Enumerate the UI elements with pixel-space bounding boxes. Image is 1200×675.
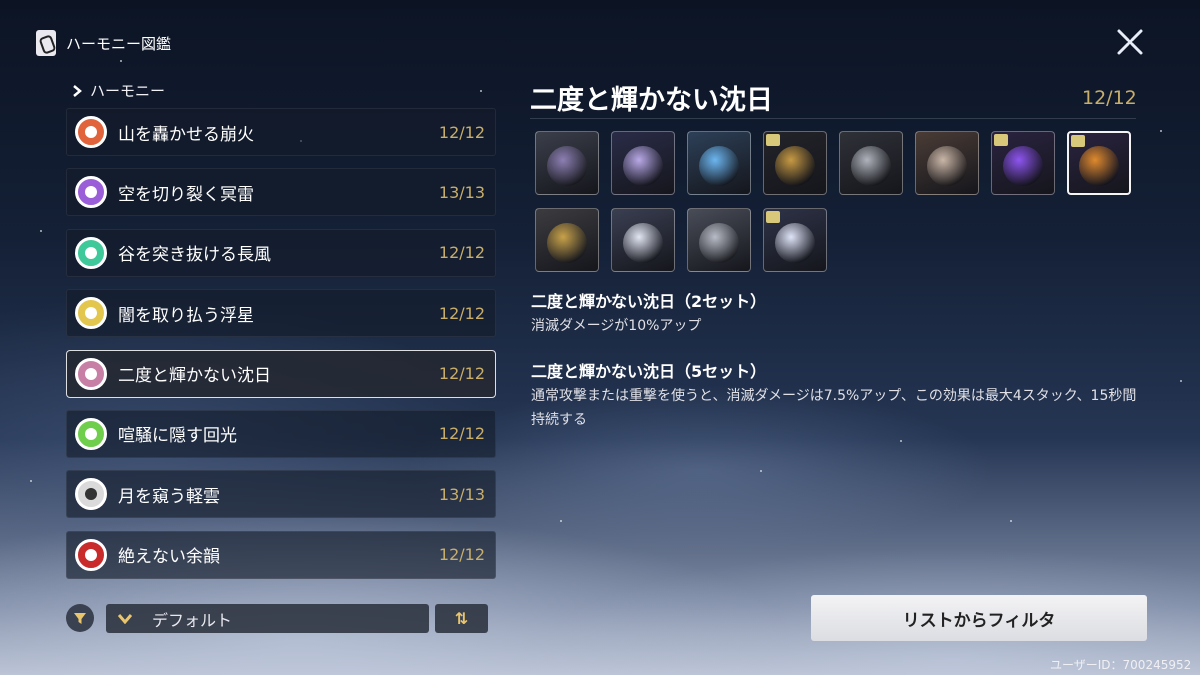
echo-set-icon	[75, 538, 107, 571]
close-icon	[1117, 29, 1143, 55]
chevron-down-icon	[118, 613, 132, 624]
sort-dropdown[interactable]: デフォルト	[106, 604, 429, 633]
item-label: 月を窺う軽雲	[118, 486, 220, 507]
list-item[interactable]: 谷を突き抜ける長風 12/12	[66, 228, 496, 277]
effect-desc-5pc: 通常攻撃または重撃を使うと、消滅ダメージは7.5%アップ、この効果は最大4スタッ…	[531, 388, 1137, 428]
echo-creature-shape	[775, 146, 815, 187]
dark-bird-echo-icon[interactable]	[535, 131, 599, 195]
cloud-set-icon	[75, 478, 107, 511]
item-count: 12/12	[438, 303, 485, 323]
purple-orb-echo-icon[interactable]	[611, 131, 675, 195]
list-item[interactable]: 絶えない余韻 12/12	[66, 530, 496, 579]
item-count: 12/12	[438, 424, 485, 444]
item-label: 空を切り裂く冥雷	[118, 184, 254, 205]
phantom-badge-icon	[766, 134, 780, 146]
echo-creature-shape	[623, 223, 663, 264]
effect-title-5pc: 二度と輝かない沈日（5セット）	[531, 362, 767, 381]
armored-knight-echo-icon[interactable]	[839, 131, 903, 195]
white-wings-echo-icon[interactable]	[763, 208, 827, 272]
filter-button[interactable]	[66, 604, 94, 632]
phantom-badge-icon	[1071, 135, 1085, 147]
item-count: 12/12	[438, 122, 485, 142]
echo-creature-shape	[623, 146, 663, 187]
item-label: 二度と輝かない沈日	[118, 366, 271, 387]
codex-book-icon	[36, 30, 56, 56]
echo-creature-shape	[1079, 146, 1119, 186]
list-item[interactable]: 喧騒に隠す回光 12/12	[66, 409, 496, 458]
list-item[interactable]: 空を切り裂く冥雷 13/13	[66, 168, 496, 217]
item-label: 山を轟かせる崩火	[118, 124, 254, 145]
echo-creature-shape	[547, 223, 587, 264]
filter-from-list-button[interactable]: リストからフィルタ	[811, 595, 1147, 641]
echo-creature-shape	[775, 223, 815, 264]
phantom-badge-icon	[994, 134, 1008, 146]
heal-set-icon	[75, 417, 107, 450]
havoc-set-icon	[75, 357, 107, 390]
wind-set-icon	[75, 236, 107, 269]
item-label: 闇を取り払う浮星	[118, 305, 254, 326]
void-flower-echo-icon[interactable]	[991, 131, 1055, 195]
echo-creature-shape	[699, 146, 739, 187]
echo-grid	[535, 131, 1145, 272]
detail-title: 二度と輝かない沈日	[530, 85, 773, 116]
sonata-list: 山を轟かせる崩火 12/12 空を切り裂く冥雷 13/13 谷を突き抜ける長風 …	[66, 108, 496, 591]
user-id: ユーザーID：700245952	[1050, 658, 1192, 672]
list-item[interactable]: 月を窺う軽雲 13/13	[66, 470, 496, 519]
sort-order-icon: ⇅	[454, 609, 469, 628]
shadow-beast-echo-icon[interactable]	[763, 131, 827, 195]
void-flower-large-echo-icon[interactable]	[1067, 131, 1131, 195]
wolf-echo-icon[interactable]	[535, 208, 599, 272]
list-item-selected[interactable]: 二度と輝かない沈日 12/12	[66, 349, 496, 398]
page-title: ハーモニー図鑑	[66, 34, 172, 53]
item-count: 13/13	[438, 182, 485, 202]
item-count: 12/12	[438, 243, 485, 263]
section-label: ハーモニー	[90, 82, 166, 100]
grey-spirit-echo-icon[interactable]	[687, 208, 751, 272]
chevron-right-icon	[73, 84, 82, 97]
item-count: 13/13	[438, 484, 485, 504]
effect-title-2pc: 二度と輝かない沈日（2セット）	[531, 292, 767, 311]
thunder-set-icon	[75, 176, 107, 209]
effect-desc-2pc: 消滅ダメージが10%アップ	[531, 318, 702, 334]
echo-creature-shape	[1003, 146, 1043, 187]
echo-creature-shape	[927, 146, 967, 187]
owl-echo-icon[interactable]	[915, 131, 979, 195]
list-item[interactable]: 山を轟かせる崩火 12/12	[66, 108, 496, 156]
echo-creature-shape	[547, 146, 587, 187]
star-set-icon	[75, 297, 107, 330]
funnel-icon	[74, 613, 86, 624]
item-label: 喧騒に隠す回光	[118, 426, 237, 447]
item-label: 谷を突き抜ける長風	[118, 245, 271, 266]
phantom-badge-icon	[766, 211, 780, 223]
crystal-echo-icon[interactable]	[687, 131, 751, 195]
sort-order-button[interactable]: ⇅	[435, 604, 488, 633]
echo-creature-shape	[851, 146, 891, 187]
item-count: 12/12	[438, 364, 485, 384]
list-item[interactable]: 闇を取り払う浮星 12/12	[66, 289, 496, 338]
filter-from-list-label: リストからフィルタ	[902, 610, 1056, 631]
close-button[interactable]	[1112, 24, 1148, 60]
white-dragon-echo-icon[interactable]	[611, 208, 675, 272]
echo-creature-shape	[699, 223, 739, 264]
fire-set-icon	[75, 116, 107, 148]
section-header: ハーモニー	[72, 80, 165, 101]
header: ハーモニー図鑑	[36, 30, 171, 56]
detail-count: 12/12	[1082, 87, 1137, 109]
divider	[530, 118, 1136, 119]
item-count: 12/12	[438, 545, 485, 565]
sort-label: デフォルト	[152, 610, 233, 630]
item-label: 絶えない余韻	[118, 547, 220, 568]
